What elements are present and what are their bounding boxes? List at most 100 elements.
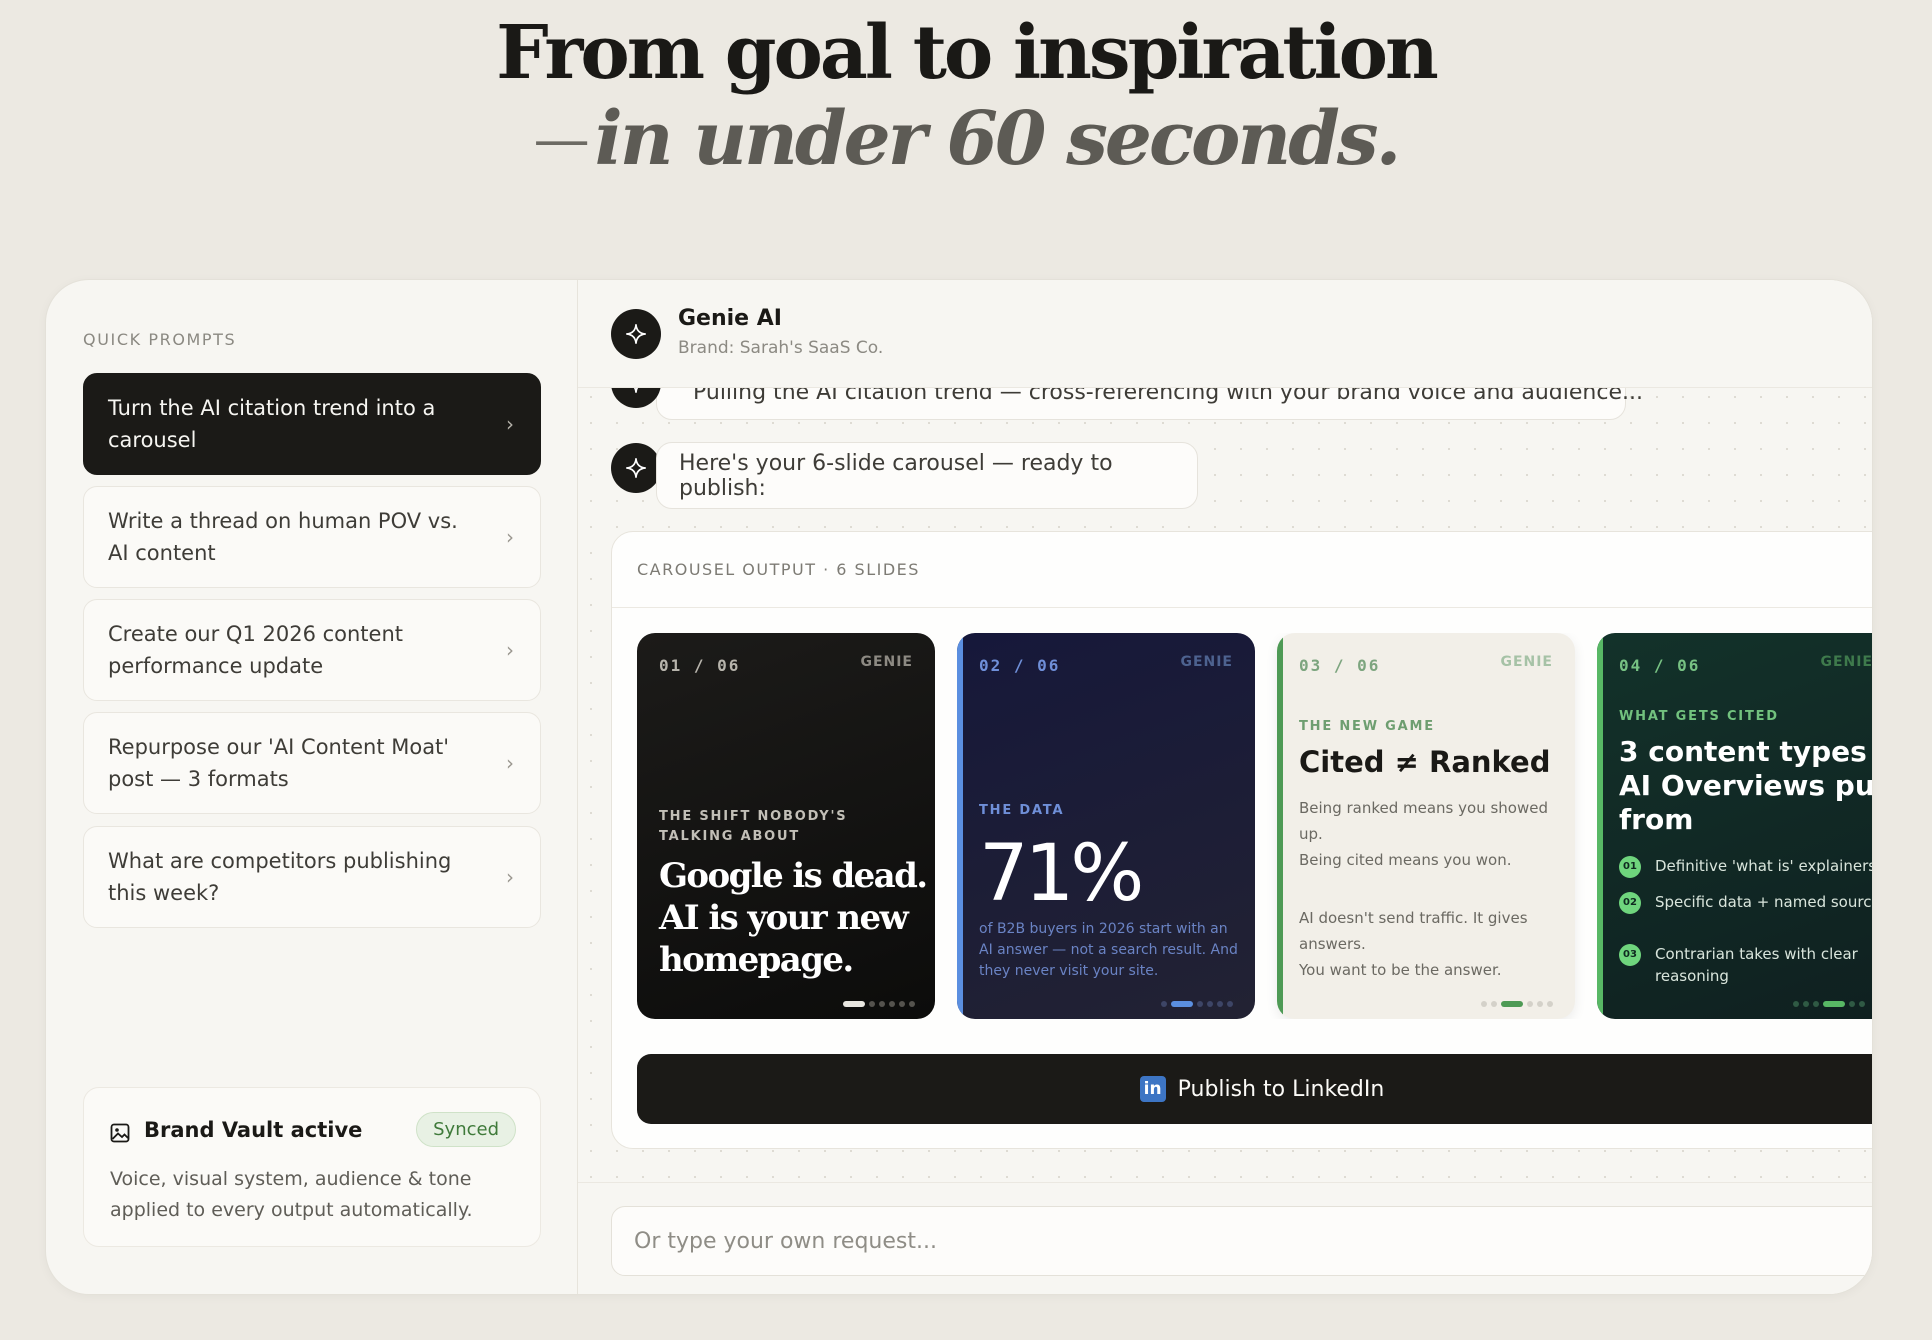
pagination-dot bbox=[1527, 1001, 1533, 1007]
pagination-dot bbox=[1859, 1001, 1865, 1007]
quick-prompt-competitors[interactable]: What are competitors publishing this wee… bbox=[83, 826, 541, 928]
slide-paragraph: You want to be the answer. bbox=[1299, 961, 1502, 979]
pagination-dot bbox=[889, 1001, 895, 1007]
list-number: 03 bbox=[1619, 944, 1641, 966]
pagination-dot bbox=[879, 1001, 885, 1007]
slide-tag: GENIE bbox=[1180, 654, 1233, 670]
pagination-dot bbox=[1481, 1001, 1487, 1007]
hero-title: From goal to inspiration bbox=[496, 10, 1439, 96]
carousel-slides[interactable]: 01 / 06 GENIE THE SHIFT NOBODY'S TALKING… bbox=[637, 633, 1873, 1019]
slide-eyebrow: THE DATA bbox=[979, 803, 1065, 818]
pagination-dot bbox=[1171, 1001, 1193, 1007]
sidebar-heading: QUICK PROMPTS bbox=[83, 330, 237, 349]
app-window: QUICK PROMPTS Turn the AI citation trend… bbox=[45, 279, 1873, 1295]
pagination-dot bbox=[1161, 1001, 1167, 1007]
quick-prompt-thread[interactable]: Write a thread on human POV vs. AI conte… bbox=[83, 486, 541, 588]
slide-statistic: 71% bbox=[979, 829, 1144, 919]
slide-4[interactable]: 04 / 06 GENIE WHAT GETS CITED 3 content … bbox=[1597, 633, 1873, 1019]
pagination-dot bbox=[1217, 1001, 1223, 1007]
pagination-dot bbox=[1501, 1001, 1523, 1007]
slide-tag: GENIE bbox=[860, 654, 913, 670]
accent-bar bbox=[1597, 633, 1603, 1019]
slide-pagination bbox=[1481, 1001, 1553, 1007]
genie-avatar bbox=[611, 309, 661, 359]
quick-prompt-carousel[interactable]: Turn the AI citation trend into a carous… bbox=[83, 373, 541, 475]
pagination-dot bbox=[1813, 1001, 1819, 1007]
slide-eyebrow: WHAT GETS CITED bbox=[1619, 709, 1779, 724]
synced-badge: Synced bbox=[416, 1112, 516, 1147]
slide-tag: GENIE bbox=[1820, 654, 1873, 670]
quick-prompt-label: Create our Q1 2026 content performance u… bbox=[108, 622, 404, 678]
slide-list-item: 01 Definitive 'what is' explainers bbox=[1619, 855, 1873, 878]
pagination-dot bbox=[1547, 1001, 1553, 1007]
slide-eyebrow: THE SHIFT NOBODY'S TALKING ABOUT bbox=[659, 809, 848, 844]
slide-paragraph: Being ranked means you showed up. bbox=[1299, 799, 1548, 843]
assistant-name: Genie AI bbox=[678, 306, 782, 331]
slide-2[interactable]: 02 / 06 GENIE THE DATA 71% of B2B buyers… bbox=[957, 633, 1255, 1019]
publish-to-linkedin-button[interactable]: in Publish to LinkedIn bbox=[637, 1054, 1872, 1124]
slide-tag: GENIE bbox=[1500, 654, 1553, 670]
slide-3[interactable]: 03 / 06 GENIE THE NEW GAME Cited ≠ Ranke… bbox=[1277, 633, 1575, 1019]
quick-prompt-label: What are competitors publishing this wee… bbox=[108, 849, 452, 905]
brand-vault-title: Brand Vault active bbox=[144, 1118, 363, 1142]
chevron-right-icon: › bbox=[506, 865, 514, 889]
list-item-text: Specific data + named sources bbox=[1655, 893, 1873, 911]
pagination-dot bbox=[1197, 1001, 1203, 1007]
slide-1[interactable]: 01 / 06 GENIE THE SHIFT NOBODY'S TALKING… bbox=[637, 633, 935, 1019]
slide-description: of B2B buyers in 2026 start with an AI a… bbox=[979, 921, 1238, 979]
request-input[interactable] bbox=[611, 1206, 1872, 1276]
slide-pagination bbox=[1161, 1001, 1233, 1007]
quick-prompt-label: Write a thread on human POV vs. AI conte… bbox=[108, 509, 458, 565]
sparkle-icon bbox=[626, 458, 646, 478]
chevron-right-icon: › bbox=[506, 412, 514, 436]
quick-prompt-label: Repurpose our 'AI Content Moat' post — 3… bbox=[108, 735, 450, 791]
slide-pagination bbox=[1793, 1001, 1865, 1007]
carousel-output-card: CAROUSEL OUTPUT · 6 SLIDES 01 / 06 GENIE… bbox=[611, 531, 1873, 1149]
slide-paragraph: Being cited means you won. bbox=[1299, 851, 1512, 869]
slide-title: Cited ≠ Ranked bbox=[1299, 745, 1551, 779]
pagination-dot bbox=[843, 1001, 865, 1007]
hero-dash: — bbox=[533, 107, 590, 172]
image-icon bbox=[110, 1123, 130, 1143]
accent-bar bbox=[1277, 633, 1283, 1019]
genie-avatar bbox=[611, 443, 661, 493]
slide-eyebrow: THE NEW GAME bbox=[1299, 719, 1435, 734]
publish-button-label: Publish to LinkedIn bbox=[1177, 1076, 1385, 1102]
pagination-dot bbox=[909, 1001, 915, 1007]
brand-name: Brand: Sarah's SaaS Co. bbox=[678, 338, 884, 358]
sparkle-icon bbox=[626, 324, 646, 344]
quick-prompt-repurpose[interactable]: Repurpose our 'AI Content Moat' post — 3… bbox=[83, 712, 541, 814]
list-number: 02 bbox=[1619, 892, 1641, 914]
slide-pagination bbox=[843, 1001, 915, 1007]
slide-number: 04 / 06 bbox=[1619, 656, 1701, 675]
chevron-right-icon: › bbox=[506, 638, 514, 662]
pagination-dot bbox=[1793, 1001, 1799, 1007]
list-item-text: Definitive 'what is' explainers bbox=[1655, 857, 1873, 875]
brand-vault-card: Brand Vault active Synced Voice, visual … bbox=[83, 1087, 541, 1247]
pagination-dot bbox=[1803, 1001, 1809, 1007]
pagination-dot bbox=[1537, 1001, 1543, 1007]
quick-prompt-label: Turn the AI citation trend into a carous… bbox=[108, 396, 436, 452]
quick-prompt-performance-update[interactable]: Create our Q1 2026 content performance u… bbox=[83, 599, 541, 701]
carousel-output-label: CAROUSEL OUTPUT · 6 SLIDES bbox=[637, 560, 920, 579]
pagination-dot bbox=[1491, 1001, 1497, 1007]
slide-number: 01 / 06 bbox=[659, 656, 741, 675]
slide-paragraph: AI doesn't send traffic. It gives answer… bbox=[1299, 909, 1528, 953]
list-item-text: Contrarian takes with clear reasoning bbox=[1655, 945, 1858, 985]
pagination-dot bbox=[869, 1001, 875, 1007]
composer-area bbox=[578, 1182, 1872, 1294]
hero-subtitle-text: in under 60 seconds. bbox=[594, 96, 1402, 182]
brand-vault-description: Voice, visual system, audience & tone ap… bbox=[110, 1168, 473, 1221]
pagination-dot bbox=[1207, 1001, 1213, 1007]
list-number: 01 bbox=[1619, 856, 1641, 878]
assistant-message: Here's your 6-slide carousel — ready to … bbox=[656, 442, 1198, 509]
slide-number: 03 / 06 bbox=[1299, 656, 1381, 675]
slide-number: 02 / 06 bbox=[979, 656, 1061, 675]
hero-subtitle: — in under 60 seconds. bbox=[0, 96, 1932, 182]
chat-header: Genie AI Brand: Sarah's SaaS Co. bbox=[578, 280, 1872, 388]
slide-title: 3 content types AI Overviews pull from bbox=[1619, 735, 1873, 836]
chevron-right-icon: › bbox=[506, 751, 514, 775]
slide-headline: Google is dead. AI is your new homepage. bbox=[659, 856, 928, 980]
chat-panel: Pulling the AI citation trend — cross-re… bbox=[578, 280, 1873, 1294]
slide-list-item: 02 Specific data + named sources bbox=[1619, 891, 1873, 914]
